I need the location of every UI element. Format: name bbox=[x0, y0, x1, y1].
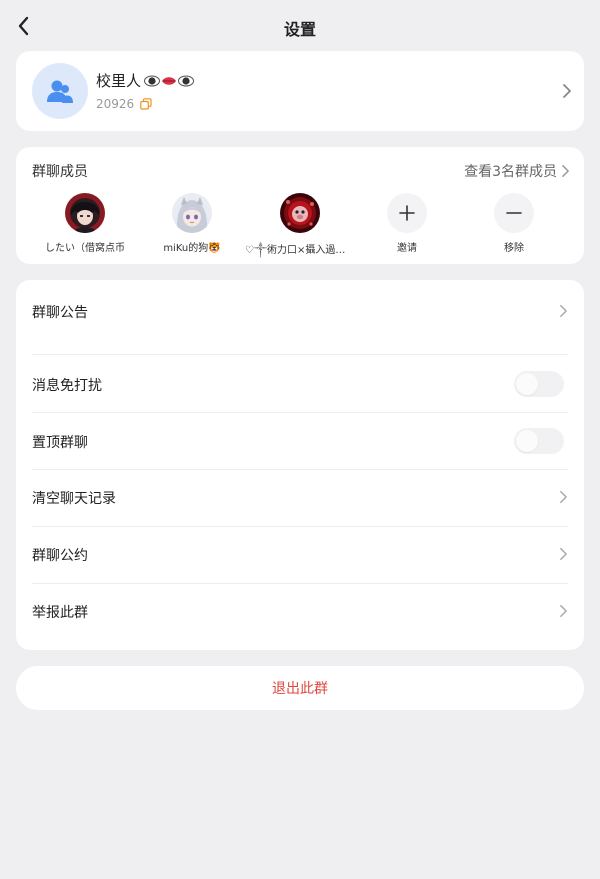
settings-row-pin-chat: 置顶群聊 bbox=[32, 413, 568, 469]
member-name: miKu的狗🐯 bbox=[163, 243, 221, 254]
settings-screen: 设置 校里人 20926 群聊成员 查看3名群成员 したい（借窝点币 miKu的… bbox=[0, 0, 600, 879]
chevron-right-icon bbox=[559, 604, 568, 618]
pin-chat-label: 置顶群聊 bbox=[32, 435, 88, 451]
view-all-members-label: 查看3名群成员 bbox=[464, 164, 557, 180]
chevron-right-icon bbox=[559, 547, 568, 561]
member-item[interactable]: したい（借窝点币 bbox=[30, 193, 140, 254]
plus-icon bbox=[387, 193, 427, 233]
group-id: 20926 bbox=[96, 97, 135, 111]
chevron-right-icon bbox=[562, 83, 572, 99]
member-name: ♡༒術力口×攝入過量༒... bbox=[245, 245, 355, 256]
clear-history-label: 清空聊天记录 bbox=[32, 491, 116, 507]
member-avatar bbox=[172, 193, 212, 233]
group-id-row: 20926 bbox=[96, 97, 152, 111]
settings-row-announcement[interactable]: 群聊公告 bbox=[32, 280, 568, 354]
pin-chat-toggle[interactable] bbox=[514, 428, 564, 454]
group-settings-card: 群聊公告 消息免打扰 置顶群聊 清空聊天记录 群聊公约 举报此群 bbox=[16, 280, 584, 650]
member-name: したい（借窝点币 bbox=[45, 243, 125, 254]
group-users-icon bbox=[47, 80, 73, 103]
chevron-right-icon bbox=[559, 490, 568, 504]
group-profile-card[interactable]: 校里人 20926 bbox=[16, 51, 584, 131]
top-bar: 设置 bbox=[0, 0, 600, 56]
member-avatar bbox=[65, 193, 105, 233]
group-name: 校里人 bbox=[96, 70, 195, 91]
toggle-knob bbox=[516, 373, 538, 395]
eyes-mouth-emoji bbox=[144, 75, 195, 87]
settings-row-do-not-disturb: 消息免打扰 bbox=[32, 355, 568, 412]
settings-row-clear-history[interactable]: 清空聊天记录 bbox=[32, 470, 568, 526]
announcement-label: 群聊公告 bbox=[32, 305, 88, 321]
do-not-disturb-toggle[interactable] bbox=[514, 371, 564, 397]
group-rules-label: 群聊公约 bbox=[32, 548, 88, 564]
view-all-members-link[interactable]: 查看3名群成员 bbox=[464, 161, 570, 181]
remove-label: 移除 bbox=[504, 243, 524, 254]
page-title: 设置 bbox=[283, 20, 316, 39]
copy-icon[interactable] bbox=[140, 98, 152, 110]
settings-row-report-group[interactable]: 举报此群 bbox=[32, 584, 568, 640]
group-avatar bbox=[32, 63, 88, 119]
group-name-text: 校里人 bbox=[96, 72, 142, 90]
chevron-right-icon bbox=[559, 304, 568, 318]
settings-row-group-rules[interactable]: 群聊公约 bbox=[32, 527, 568, 583]
members-section-title: 群聊成员 bbox=[32, 164, 88, 180]
report-group-label: 举报此群 bbox=[32, 605, 88, 621]
member-item[interactable]: miKu的狗🐯 bbox=[137, 193, 247, 254]
toggle-knob bbox=[516, 430, 538, 452]
member-avatar bbox=[280, 193, 320, 233]
group-members-card: 群聊成员 查看3名群成员 したい（借窝点币 miKu的狗🐯 ♡༒術力口×攝入過量… bbox=[16, 147, 584, 264]
member-item[interactable]: ♡༒術力口×攝入過量༒... bbox=[245, 193, 355, 267]
invite-label: 邀请 bbox=[397, 243, 417, 254]
remove-member-button[interactable]: 移除 bbox=[459, 193, 569, 254]
exit-group-button[interactable]: 退出此群 bbox=[16, 666, 584, 710]
invite-member-button[interactable]: 邀请 bbox=[352, 193, 462, 254]
do-not-disturb-label: 消息免打扰 bbox=[32, 378, 102, 394]
chevron-right-icon bbox=[561, 164, 570, 178]
minus-icon bbox=[494, 193, 534, 233]
